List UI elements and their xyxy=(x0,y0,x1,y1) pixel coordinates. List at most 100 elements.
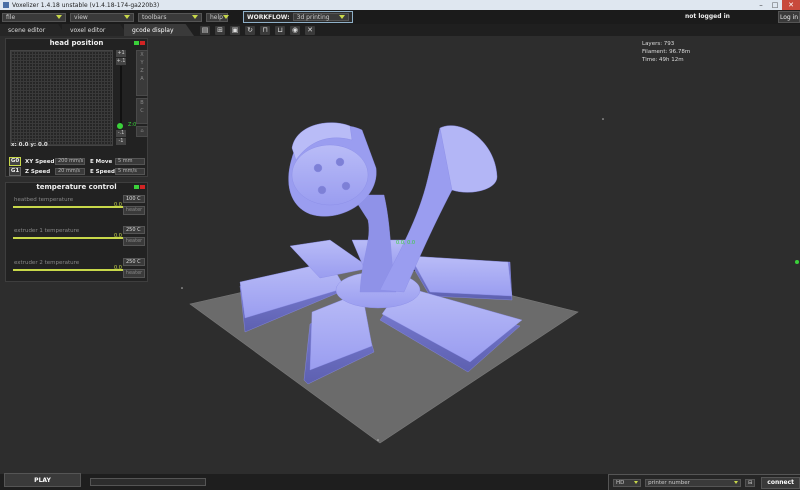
z-plus-1-button[interactable]: +1 xyxy=(116,50,126,57)
z-speed-unit: mm/s xyxy=(65,168,80,174)
extruder2-target: 250 xyxy=(126,259,136,265)
e-move-input[interactable]: 5 mm xyxy=(115,158,145,165)
workflow-label: WORKFLOW: xyxy=(247,13,290,21)
extruder1-unit: C xyxy=(137,227,141,233)
printer-number-select[interactable]: printer number xyxy=(645,478,742,487)
menu-toolbars[interactable]: toolbars xyxy=(138,12,202,22)
save-icon[interactable]: ▣ xyxy=(230,25,240,35)
e-move-value: 5 xyxy=(118,158,122,164)
chevron-down-icon xyxy=(56,15,62,19)
axis-a-button[interactable]: A xyxy=(137,75,147,83)
open-icon[interactable]: ▤ xyxy=(200,25,210,35)
xy-position-grid[interactable] xyxy=(10,50,113,146)
tab-voxel-editor[interactable]: voxel editor xyxy=(62,24,128,36)
heatbed-label: heatbed temperature xyxy=(14,197,74,203)
scroll-indicator[interactable] xyxy=(795,260,799,264)
xy-speed-input[interactable]: 200 mm/s xyxy=(55,158,85,165)
status-green-icon xyxy=(134,41,139,45)
extruder2-bar xyxy=(13,269,123,271)
voxel-icon[interactable]: ⊞ xyxy=(215,25,225,35)
head-position-title: head position xyxy=(49,39,104,47)
chevron-down-icon xyxy=(634,481,639,484)
nozzle-marker: 0.0, 0.0 xyxy=(396,240,415,246)
window-title: Voxelizer 1.4.18 unstable (v1.4.18-174-g… xyxy=(12,1,160,9)
g1-button[interactable]: G1 xyxy=(9,167,21,176)
extruder1-target: 250 xyxy=(126,227,136,233)
status-red-icon xyxy=(140,41,145,45)
panel-title: head position xyxy=(6,39,147,48)
extruder1-heater-button[interactable]: heater xyxy=(123,237,145,246)
close-button[interactable]: ✕ xyxy=(782,0,800,10)
e-speed-value: 5 xyxy=(118,168,122,174)
heatbed-target-input[interactable]: 100 C xyxy=(123,195,145,203)
menu-help[interactable]: help xyxy=(206,12,229,22)
speed-row-g0: G0 XY Speed 200 mm/s E Move 5 mm xyxy=(9,157,150,166)
z-minus-1-button[interactable]: -1 xyxy=(116,138,126,145)
menu-bar: file view toolbars help WORKFLOW: 3d pri… xyxy=(0,10,800,24)
menu-view-label: view xyxy=(74,13,88,21)
home-icon: ⌂ xyxy=(140,128,144,134)
extruder1-target-input[interactable]: 250 C xyxy=(123,226,145,234)
rotate-icon[interactable]: ↻ xyxy=(245,25,255,35)
axis-x-button[interactable]: X xyxy=(137,51,147,59)
e-speed-input[interactable]: 5 mm/s xyxy=(115,168,145,175)
heatbed-target: 100 xyxy=(126,196,136,202)
lock-icon[interactable]: ⊓ xyxy=(260,25,270,35)
axis-b-button[interactable]: B xyxy=(137,99,147,107)
toolbar: ▤ ⊞ ▣ ↻ ⊓ ⊔ ◉ ✕ xyxy=(200,24,320,36)
maximize-button[interactable]: □ xyxy=(768,0,782,10)
extruder2-heater-button[interactable]: heater xyxy=(123,269,145,278)
menu-help-label: help xyxy=(210,13,223,21)
time-stat: Time: 49h 12m xyxy=(642,57,684,63)
axis-y-button[interactable]: Y xyxy=(137,59,147,67)
printer-type-select[interactable]: HD xyxy=(613,478,642,487)
tab-gcode-display[interactable]: gcode display xyxy=(124,24,194,36)
extruder2-unit: C xyxy=(137,259,141,265)
panel-title: temperature control xyxy=(6,183,147,192)
heatbed-value: 0.0 xyxy=(114,202,122,208)
home-button[interactable]: ⌂ xyxy=(136,126,148,137)
z-track xyxy=(120,66,122,126)
menu-view[interactable]: view xyxy=(70,12,134,22)
extruder2-value: 0.0 xyxy=(114,265,122,271)
workflow-dropdown[interactable]: 3d printing xyxy=(292,13,349,22)
status-red-icon xyxy=(140,185,145,189)
menu-file[interactable]: file xyxy=(2,12,66,22)
xy-speed-label: XY Speed xyxy=(25,158,55,165)
extruder2-label: extruder 2 temperature xyxy=(14,260,80,266)
heatbed-row: heatbed temperature 0.0 100 C heater xyxy=(10,195,145,223)
temperature-panel: temperature control heatbed temperature … xyxy=(5,182,148,282)
temperature-title: temperature control xyxy=(36,183,117,191)
settings-icon[interactable]: ✕ xyxy=(305,25,315,35)
play-button[interactable]: PLAY xyxy=(4,473,81,487)
extruder2-target-input[interactable]: 250 C xyxy=(123,258,145,266)
z-minus-01-button[interactable]: -.1 xyxy=(116,130,126,137)
workflow-selector: WORKFLOW: 3d printing xyxy=(243,11,353,23)
z-position-slider[interactable]: +1 +.1 Z:0 -.1 -1 xyxy=(116,50,136,146)
filament-stat: Filament: 96.78m xyxy=(642,49,691,55)
unlock-icon[interactable]: ⊔ xyxy=(275,25,285,35)
z-plus-01-button[interactable]: +.1 xyxy=(116,58,126,65)
chevron-down-icon xyxy=(192,15,198,19)
axis-z-button[interactable]: Z xyxy=(137,67,147,75)
e-speed-label: E Speed xyxy=(90,168,115,175)
login-button[interactable]: Log in xyxy=(778,11,800,23)
chevron-down-icon xyxy=(124,15,130,19)
chevron-down-icon xyxy=(339,13,345,22)
heatbed-heater-button[interactable]: heater xyxy=(123,206,145,215)
e-move-unit: mm xyxy=(122,158,133,164)
extruder1-value: 0.0 xyxy=(114,233,122,239)
minimize-button[interactable]: – xyxy=(754,0,768,10)
login-status: not logged in xyxy=(685,13,730,20)
app-logo-icon xyxy=(3,2,9,8)
axis-c-button[interactable]: C xyxy=(137,107,147,115)
g0-button[interactable]: G0 xyxy=(9,157,21,166)
z-speed-input[interactable]: 20 mm/s xyxy=(55,168,85,175)
heatbed-bar xyxy=(13,206,123,208)
z-knob[interactable] xyxy=(117,123,123,129)
refresh-button[interactable]: ⊟ xyxy=(745,478,756,487)
extruder1-row: extruder 1 temperature 0.0 250 C heater xyxy=(10,226,145,254)
camera-icon[interactable]: ◉ xyxy=(290,25,300,35)
connect-button[interactable]: connect xyxy=(761,476,800,489)
tab-scene-editor[interactable]: scene editor xyxy=(0,24,66,36)
